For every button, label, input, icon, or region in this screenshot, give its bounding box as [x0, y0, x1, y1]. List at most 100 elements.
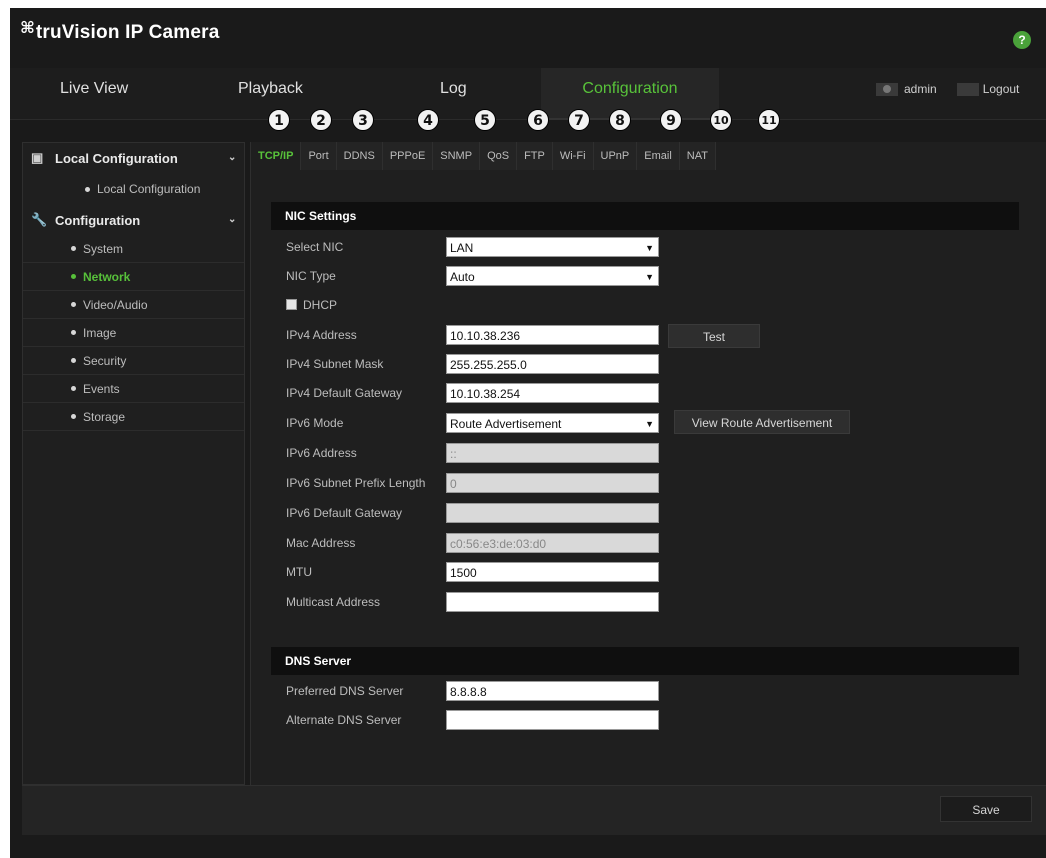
- tab-ftp[interactable]: FTP: [517, 142, 553, 170]
- ipv4-gateway-input[interactable]: 10.10.38.254: [446, 383, 659, 403]
- tab-tcp-ip[interactable]: TCP/IP: [251, 142, 302, 170]
- nic-settings-header: NIC Settings: [271, 202, 1019, 230]
- multicast-address-label: Multicast Address: [286, 595, 381, 609]
- tab-ddns[interactable]: DDNS: [336, 142, 383, 170]
- select-nic-value: LAN: [450, 241, 474, 255]
- sidebar-item-image[interactable]: Image: [23, 319, 244, 347]
- bullet-icon: [85, 186, 90, 192]
- tcp-ip-settings: NIC Settings Select NIC LAN ▼ NIC Type A…: [261, 182, 1019, 772]
- select-nic-dropdown[interactable]: LAN ▼: [446, 237, 659, 257]
- ipv6-mode-dropdown[interactable]: Route Advertisement ▼: [446, 413, 659, 433]
- callout-2: 2: [310, 109, 332, 131]
- nic-type-dropdown[interactable]: Auto ▼: [446, 266, 659, 286]
- sidebar-item-video-audio[interactable]: Video/Audio: [23, 291, 244, 319]
- sidebar-item-label: Network: [83, 269, 131, 284]
- sidebar: ▣ Local Configuration ⌄ Local Configurat…: [22, 142, 245, 785]
- ipv6-address-label: IPv6 Address: [286, 446, 357, 460]
- username-label[interactable]: admin: [904, 82, 937, 96]
- callout-3: 3: [352, 109, 374, 131]
- ipv6-mode-label: IPv6 Mode: [286, 416, 344, 430]
- dns-server-header: DNS Server: [271, 647, 1019, 675]
- wrench-icon: 🔧: [31, 212, 48, 227]
- sidebar-group-configuration[interactable]: 🔧 Configuration ⌄: [23, 205, 244, 235]
- multicast-address-input[interactable]: [446, 592, 659, 612]
- ipv6-address-row: IPv6 Address ::: [286, 443, 986, 465]
- mtu-input[interactable]: 1500: [446, 562, 659, 582]
- sidebar-item-label: System: [83, 241, 124, 256]
- tab-wifi[interactable]: Wi-Fi: [552, 142, 594, 170]
- ipv6-mode-value: Route Advertisement: [450, 417, 562, 431]
- bullet-icon: [71, 414, 76, 419]
- nic-type-label: NIC Type: [286, 269, 336, 283]
- save-button[interactable]: Save: [940, 796, 1032, 822]
- sidebar-item-storage[interactable]: Storage: [23, 403, 244, 431]
- help-icon[interactable]: ?: [1013, 31, 1031, 49]
- mac-address-input: c0:56:e3:de:03:d0: [446, 533, 659, 553]
- sidebar-item-label: Security: [83, 353, 127, 368]
- alternate-dns-row: Alternate DNS Server: [286, 710, 986, 732]
- tab-live-view[interactable]: Live View: [60, 68, 128, 120]
- mtu-label: MTU: [286, 565, 312, 579]
- bullet-icon: [71, 246, 76, 251]
- tab-pppoe[interactable]: PPPoE: [382, 142, 434, 170]
- tab-nat[interactable]: NAT: [679, 142, 716, 170]
- bullet-icon: [71, 274, 76, 279]
- alternate-dns-label: Alternate DNS Server: [286, 713, 402, 727]
- ipv4-address-row: IPv4 Address 10.10.38.236 Test: [286, 324, 986, 348]
- sidebar-item-label: Storage: [83, 409, 126, 424]
- ipv4-address-label: IPv4 Address: [286, 328, 357, 342]
- top-navigation: Live View Playback Log Configuration adm…: [10, 68, 1046, 120]
- sidebar-item-label: Local Configuration: [97, 182, 201, 196]
- tab-qos[interactable]: QoS: [480, 142, 518, 170]
- mtu-row: MTU 1500: [286, 562, 986, 584]
- tab-configuration[interactable]: Configuration: [541, 68, 719, 120]
- alternate-dns-input[interactable]: [446, 710, 659, 730]
- main-panel: TCP/IP Port DDNS PPPoE SNMP QoS FTP Wi-F…: [250, 142, 1046, 785]
- sidebar-item-security[interactable]: Security: [23, 347, 244, 375]
- tab-port[interactable]: Port: [301, 142, 337, 170]
- tab-email[interactable]: Email: [637, 142, 680, 170]
- ipv6-gateway-label: IPv6 Default Gateway: [286, 506, 403, 520]
- callout-1: 1: [268, 109, 290, 131]
- sidebar-item-events[interactable]: Events: [23, 375, 244, 403]
- nic-type-value: Auto: [450, 270, 475, 284]
- brand-title: truVision IP Camera: [35, 22, 220, 43]
- logout-icon[interactable]: [956, 82, 979, 96]
- ipv6-address-input: ::: [446, 443, 659, 463]
- logout-link[interactable]: Logout: [983, 82, 1020, 96]
- ipv6-prefix-label: IPv6 Subnet Prefix Length: [286, 476, 426, 490]
- tab-snmp[interactable]: SNMP: [433, 142, 481, 170]
- ipv6-prefix-input: 0: [446, 473, 659, 493]
- logo-mark-icon: ⌘: [20, 18, 35, 37]
- sidebar-item-system[interactable]: System: [23, 235, 244, 263]
- sidebar-group-local-configuration[interactable]: ▣ Local Configuration ⌄: [23, 143, 244, 173]
- sidebar-item-network[interactable]: Network: [23, 263, 244, 291]
- preferred-dns-label: Preferred DNS Server: [286, 684, 404, 698]
- sidebar-item-label: Video/Audio: [83, 297, 148, 312]
- sidebar-item-local-configuration[interactable]: Local Configuration: [23, 175, 244, 203]
- network-subtabs: TCP/IP Port DDNS PPPoE SNMP QoS FTP Wi-F…: [251, 142, 716, 170]
- bullet-icon: [71, 386, 76, 391]
- ipv4-subnet-mask-input[interactable]: 255.255.255.0: [446, 354, 659, 374]
- test-button[interactable]: Test: [668, 324, 760, 348]
- mac-address-row: Mac Address c0:56:e3:de:03:d0: [286, 533, 986, 555]
- dropdown-arrow-icon: ▼: [645, 272, 654, 282]
- sidebar-item-label: Events: [83, 381, 120, 396]
- multicast-address-row: Multicast Address: [286, 592, 986, 614]
- dropdown-arrow-icon: ▼: [645, 419, 654, 429]
- callout-9: 9: [660, 109, 682, 131]
- tab-upnp[interactable]: UPnP: [593, 142, 638, 170]
- bullet-icon: [71, 330, 76, 335]
- sidebar-item-label: Image: [83, 325, 117, 340]
- preferred-dns-input[interactable]: 8.8.8.8: [446, 681, 659, 701]
- tab-log[interactable]: Log: [440, 68, 467, 120]
- callout-6: 6: [527, 109, 549, 131]
- view-route-advertisement-button[interactable]: View Route Advertisement: [674, 410, 850, 434]
- callout-11: 11: [758, 109, 780, 131]
- callout-10: 10: [710, 109, 732, 131]
- dhcp-checkbox[interactable]: [286, 299, 297, 310]
- user-icon: [876, 82, 898, 96]
- brand-logo: ⌘ truVision IP Camera: [20, 18, 220, 52]
- ipv4-address-input[interactable]: 10.10.38.236: [446, 325, 659, 345]
- callout-7: 7: [568, 109, 590, 131]
